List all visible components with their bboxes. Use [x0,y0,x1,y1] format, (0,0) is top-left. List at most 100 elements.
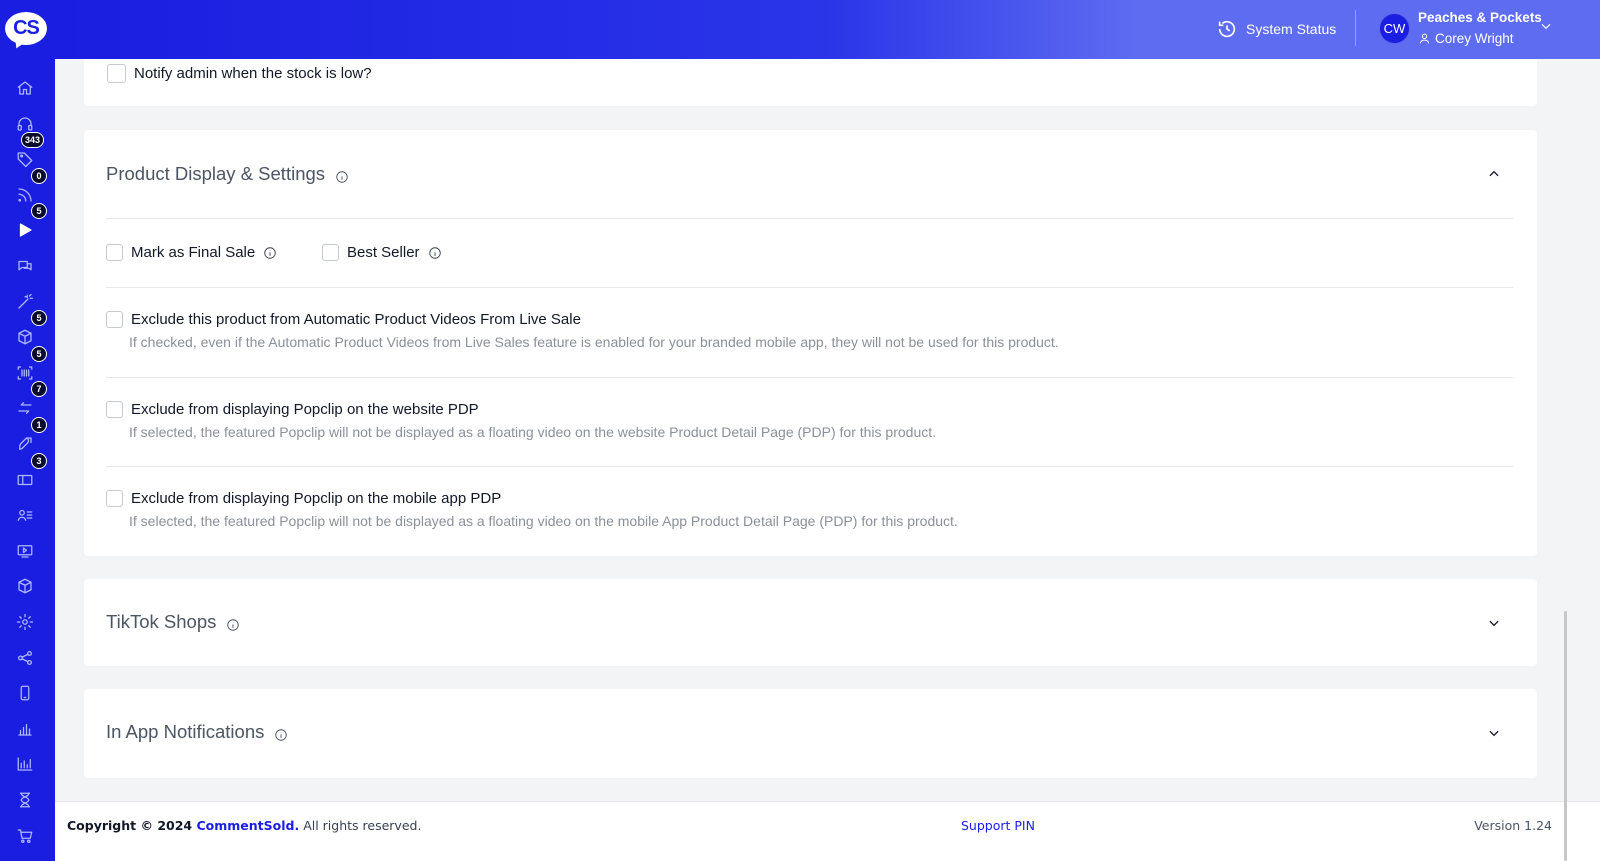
tag-icon [17,152,33,168]
mobile-icon [20,685,30,701]
box-icon [18,329,32,345]
notification-badge: 1 [31,417,47,433]
analytics-icon [17,757,33,772]
avatar[interactable]: CW [1379,13,1410,44]
version-label: Version 1.24 [1474,818,1552,833]
exclude-app-popclip-label: Exclude from displaying Popclip on the m… [131,490,502,507]
sidebar-item-ticket[interactable] [14,469,36,491]
copyright: Copyright © 2024 CommentSold. All rights… [67,818,422,833]
best-seller-label: Best Seller [347,244,420,261]
settings-icon [16,613,34,631]
notification-badge: 5 [31,203,47,220]
info-icon[interactable] [335,167,349,183]
commentsold-link[interactable]: CommentSold. [196,818,299,833]
in-app-notifications-header[interactable]: In App Notifications [106,721,288,743]
best-seller-checkbox[interactable] [322,244,339,261]
notify-low-stock-row[interactable]: Notify admin when the stock is low? [107,64,372,83]
user-name: Corey Wright [1435,31,1514,46]
sidebar-item-play[interactable] [14,219,36,241]
sidebar-item-rocket[interactable] [14,433,36,455]
sidebar-item-package[interactable] [14,575,36,597]
exclude-app-popclip-row[interactable]: Exclude from displaying Popclip on the m… [106,490,501,507]
notify-low-stock-label: Notify admin when the stock is low? [134,65,372,82]
final-sale-row[interactable]: Mark as Final Sale [106,244,277,261]
sidebar-item-return[interactable] [14,397,36,419]
headset-icon [17,116,33,131]
divider [106,287,1513,288]
in-app-notifications-card: In App Notifications [84,689,1537,778]
sidebar-item-mobile[interactable] [14,682,36,704]
in-app-notifications-title: In App Notifications [106,721,265,742]
exclude-auto-videos-label: Exclude this product from Automatic Prod… [131,311,581,328]
expand-chevron-down-icon[interactable] [1487,616,1501,630]
sidebar-item-analytics[interactable] [14,753,36,775]
sidebar-item-settings[interactable] [14,611,36,633]
share-icon [17,650,33,665]
sidebar-item-hourglass[interactable] [14,789,36,811]
notify-low-stock-checkbox[interactable] [107,64,126,83]
best-seller-row[interactable]: Best Seller [322,244,442,261]
sidebar-item-video[interactable] [14,540,36,562]
commentsold-logo[interactable]: CS [5,12,47,51]
notification-badge: 3 [31,452,47,469]
sidebar-item-home[interactable] [14,77,36,99]
sidebar-item-share[interactable] [14,647,36,669]
barcode-scan-icon [17,366,33,380]
notification-badge: 5 [31,345,47,362]
return-icon [18,402,32,415]
system-status-label: System Status [1246,21,1337,37]
sidebar-item-magic-wand[interactable] [14,291,36,313]
info-icon[interactable] [226,615,240,631]
exclude-web-popclip-row[interactable]: Exclude from displaying Popclip on the w… [106,401,479,418]
sidebar-item-cart[interactable] [14,825,36,847]
info-icon[interactable] [263,246,277,260]
user-icon [1419,33,1430,44]
clock-status-icon [1218,20,1236,38]
sidebar-item-chat[interactable] [14,255,36,277]
system-status-link[interactable]: System Status [1216,18,1336,40]
sidebar-item-customers[interactable] [14,504,36,526]
video-icon [17,544,33,558]
exclude-auto-videos-row[interactable]: Exclude this product from Automatic Prod… [106,311,581,328]
feed-icon [18,188,32,202]
exclude-auto-videos-description: If checked, even if the Automatic Produc… [129,334,1059,350]
cart-icon [17,828,33,843]
divider [106,218,1513,219]
info-icon[interactable] [274,725,288,741]
tiktok-shops-header[interactable]: TikTok Shops [106,611,240,633]
sidebar-item-tag[interactable] [14,148,36,170]
hourglass-icon [19,792,31,808]
product-display-header[interactable]: Product Display & Settings [106,163,349,185]
sidebar-item-feed[interactable] [14,184,36,206]
final-sale-label: Mark as Final Sale [131,244,256,261]
ticket-icon [17,474,33,485]
divider [106,377,1513,378]
sidebar-item-bar-chart[interactable] [14,718,36,740]
tiktok-shops-title: TikTok Shops [106,611,217,632]
exclude-auto-videos-checkbox[interactable] [106,311,123,328]
account-chevron-down-icon[interactable] [1539,19,1553,33]
support-pin-link[interactable]: Support PIN [961,818,1035,833]
store-name[interactable]: Peaches & Pockets [1418,10,1542,25]
exclude-web-popclip-description: If selected, the featured Popclip will n… [129,424,937,440]
user-name-row[interactable]: Corey Wright [1418,31,1514,46]
scrollbar[interactable] [1564,611,1567,861]
customers-icon [17,510,33,522]
expand-chevron-down-icon[interactable] [1487,726,1501,740]
final-sale-checkbox[interactable] [106,244,123,261]
exclude-web-popclip-label: Exclude from displaying Popclip on the w… [131,401,479,418]
product-display-card: Product Display & Settings Mark as Final… [84,130,1537,556]
sidebar-item-box[interactable] [14,326,36,348]
header-divider [1355,10,1356,46]
chat-icon [18,260,32,271]
info-icon[interactable] [428,246,442,260]
product-display-title: Product Display & Settings [106,163,326,184]
exclude-web-popclip-checkbox[interactable] [106,401,123,418]
sidebar-item-barcode-scan[interactable] [14,362,36,384]
notification-badge: 5 [31,310,47,327]
notification-badge: 0 [31,167,47,184]
tiktok-shops-card: TikTok Shops [84,579,1537,666]
play-icon [19,223,32,238]
exclude-app-popclip-checkbox[interactable] [106,490,123,507]
collapse-chevron-up-icon[interactable] [1487,167,1501,181]
